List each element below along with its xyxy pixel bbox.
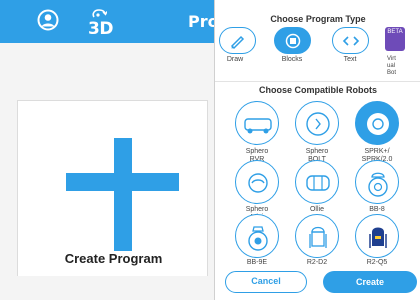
code-icon — [342, 36, 360, 46]
ollie-robot-icon — [306, 175, 330, 191]
robot-r2d2-label: R2-D2 — [306, 259, 328, 266]
robot-r2q5[interactable] — [355, 214, 399, 258]
create-program-label: Create Program — [64, 251, 163, 266]
blocks-icon — [285, 33, 301, 49]
program-type-draw-label: Draw — [226, 56, 244, 63]
plus-icon-bar — [66, 173, 179, 191]
robot-bb8-label: BB-8 — [369, 206, 385, 213]
plus-icon — [114, 138, 132, 251]
r2q5-robot-icon — [369, 227, 387, 248]
virtual-bot-card[interactable]: BETA — [385, 27, 405, 51]
beta-badge: BETA — [387, 29, 403, 35]
3d-button[interactable]: 3D — [88, 8, 122, 39]
create-button[interactable]: Create — [323, 271, 417, 293]
profile-icon[interactable] — [37, 9, 59, 31]
bb8-robot-icon — [368, 172, 388, 197]
bolt-robot-icon — [306, 112, 330, 136]
robot-ollie-label: Ollie — [309, 206, 324, 213]
program-type-blocks-label: Blocks — [281, 56, 303, 63]
program-type-draw[interactable] — [219, 27, 256, 54]
top-app-bar: 3D Pro — [0, 0, 230, 43]
robot-bb9e-label: BB-9E — [246, 259, 268, 266]
robot-bolt[interactable] — [295, 101, 339, 145]
robot-bb9e[interactable] — [235, 214, 279, 258]
program-type-blocks[interactable] — [274, 27, 311, 54]
section-divider — [215, 81, 420, 82]
cancel-button[interactable]: Cancel — [225, 271, 307, 293]
program-type-modal: Choose Program Type Draw Blocks Text BET… — [214, 0, 420, 300]
r2d2-robot-icon — [309, 226, 327, 248]
robots-title: Choose Compatible Robots — [258, 85, 377, 95]
program-type-title: Choose Program Type — [270, 14, 366, 24]
program-type-text-label: Text — [343, 56, 357, 63]
mini-robot-icon — [248, 173, 268, 193]
pencil-icon — [230, 35, 245, 50]
robot-rvr[interactable] — [235, 101, 279, 145]
virtual-bot-label-text: Virt ual Bot — [387, 56, 397, 76]
program-type-text[interactable] — [332, 27, 369, 54]
create-program-card[interactable]: Create Program — [17, 100, 208, 276]
robot-r2q5-label: R2-Q5 — [366, 259, 388, 266]
3d-label: 3D — [88, 19, 113, 39]
robot-sprk[interactable] — [355, 101, 399, 145]
sprk-robot-icon — [367, 113, 389, 135]
robot-r2d2[interactable] — [295, 214, 339, 258]
robot-ollie[interactable] — [295, 160, 339, 204]
bb9e-robot-icon — [248, 226, 268, 251]
virtual-bot-label: Virt ual Bot — [387, 56, 407, 77]
robot-bb8[interactable] — [355, 160, 399, 204]
robot-mini[interactable] — [235, 160, 279, 204]
rvr-robot-icon — [244, 118, 272, 134]
